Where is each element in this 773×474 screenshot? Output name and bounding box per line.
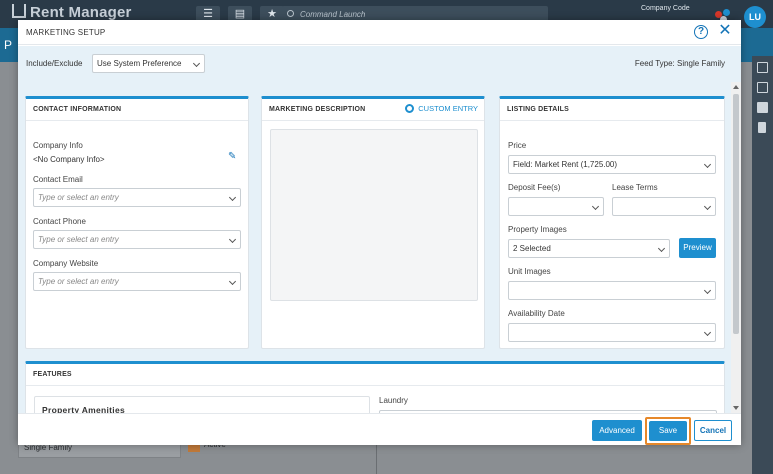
marketing-description-textarea[interactable] <box>270 129 478 301</box>
property-images-label: Property Images <box>508 225 567 234</box>
property-images-select[interactable]: 2 Selected <box>508 239 670 258</box>
company-website-select[interactable]: Type or select an entry <box>33 272 241 291</box>
chevron-down-icon <box>657 244 666 252</box>
price-select[interactable]: Field: Market Rent (1,725.00) <box>508 155 716 174</box>
app-logo-text: Rent Manager <box>30 4 132 21</box>
panel-header: LISTING DETAILS <box>500 99 724 121</box>
listing-details-panel: LISTING DETAILS Price Field: Market Rent… <box>499 96 725 349</box>
availability-date-select[interactable] <box>508 323 716 342</box>
features-panel: FEATURES Property Amenities Laundry <box>25 361 725 413</box>
chevron-down-icon <box>703 202 712 210</box>
help-icon[interactable]: ? <box>694 25 708 39</box>
listing-details-title: LISTING DETAILS <box>507 106 569 113</box>
avatar[interactable]: LU <box>744 6 766 28</box>
chevron-down-icon <box>591 202 600 210</box>
advanced-button[interactable]: Advanced <box>592 420 642 441</box>
contact-email-select[interactable]: Type or select an entry <box>33 188 241 207</box>
contact-email-label: Contact Email <box>33 175 83 184</box>
contact-information-panel: CONTACT INFORMATION Company Info <No Com… <box>25 96 249 349</box>
marketing-description-title: MARKETING DESCRIPTION <box>269 106 366 113</box>
scroll-down-icon[interactable] <box>733 406 739 410</box>
company-info-value: <No Company Info> <box>33 155 105 164</box>
chevron-down-icon <box>703 328 712 336</box>
price-label: Price <box>508 141 527 150</box>
deposit-fee-label: Deposit Fee(s) <box>508 183 561 192</box>
feed-type-label: Feed Type: Single Family <box>634 59 725 68</box>
include-exclude-select[interactable]: Use System Preference <box>92 54 205 73</box>
divider <box>376 444 377 474</box>
lease-terms-label: Lease Terms <box>612 183 658 192</box>
subbar-letter: P <box>4 38 13 52</box>
contact-phone-placeholder: Type or select an entry <box>38 235 119 244</box>
lease-terms-select[interactable] <box>612 197 716 216</box>
dialog-scrollbar[interactable] <box>731 82 741 413</box>
custom-entry-label: CUSTOM ENTRY <box>418 104 478 113</box>
chevron-down-icon <box>192 59 201 67</box>
contact-information-title: CONTACT INFORMATION <box>33 106 122 113</box>
mail-icon[interactable] <box>757 102 768 113</box>
marketing-description-panel: MARKETING DESCRIPTION CUSTOM ENTRY <box>261 96 485 349</box>
preview-button[interactable]: Preview <box>679 238 716 258</box>
include-exclude-label: Include/Exclude <box>26 59 83 68</box>
search-icon <box>287 10 294 17</box>
company-code-label: Company Code <box>641 5 690 12</box>
property-amenities-title: Property Amenities <box>42 405 126 413</box>
laundry-label: Laundry <box>379 396 408 405</box>
company-info-label: Company Info <box>33 141 83 150</box>
close-icon[interactable]: ✕ <box>717 23 733 39</box>
panel-header: FEATURES <box>26 364 724 386</box>
price-value: Field: Market Rent (1,725.00) <box>513 160 618 169</box>
chevron-down-icon <box>228 193 237 201</box>
copy-icon[interactable] <box>757 82 768 93</box>
right-rail <box>752 56 773 474</box>
property-images-value: 2 Selected <box>513 244 551 253</box>
features-title: FEATURES <box>33 371 72 378</box>
chevron-down-icon <box>703 160 712 168</box>
company-website-label: Company Website <box>33 259 99 268</box>
panel-header: MARKETING DESCRIPTION CUSTOM ENTRY <box>262 99 484 121</box>
house-icon <box>12 4 26 18</box>
gallery-icon[interactable] <box>757 62 768 73</box>
chevron-down-icon <box>228 235 237 243</box>
contact-phone-select[interactable]: Type or select an entry <box>33 230 241 249</box>
chevron-down-icon <box>228 277 237 285</box>
filter-bar: Include/Exclude Use System Preference Fe… <box>18 46 741 82</box>
gear-icon <box>405 104 415 113</box>
scroll-thumb[interactable] <box>733 94 739 334</box>
contact-email-placeholder: Type or select an entry <box>38 193 119 202</box>
app-logo[interactable]: Rent Manager <box>12 4 132 21</box>
chevron-down-icon <box>703 286 712 294</box>
custom-entry-button[interactable]: CUSTOM ENTRY <box>405 104 478 113</box>
scroll-up-icon[interactable] <box>733 85 739 89</box>
dialog-body: CONTACT INFORMATION Company Info <No Com… <box>18 82 741 413</box>
marketing-setup-dialog: MARKETING SETUP ? ✕ Include/Exclude Use … <box>18 20 741 445</box>
contact-phone-label: Contact Phone <box>33 217 86 226</box>
edit-pencil-icon[interactable]: ✎ <box>228 152 238 162</box>
deposit-fee-select[interactable] <box>508 197 604 216</box>
unit-images-select[interactable] <box>508 281 716 300</box>
trash-icon[interactable] <box>758 122 766 133</box>
save-button[interactable]: Save <box>649 421 687 441</box>
company-website-placeholder: Type or select an entry <box>38 277 119 286</box>
dialog-footer: Advanced Save Cancel <box>18 413 741 445</box>
cancel-button[interactable]: Cancel <box>694 420 732 441</box>
unit-images-label: Unit Images <box>508 267 551 276</box>
panel-header: CONTACT INFORMATION <box>26 99 248 121</box>
property-amenities-box: Property Amenities <box>34 396 370 413</box>
notification-dot-blue <box>723 9 730 16</box>
availability-date-label: Availability Date <box>508 309 565 318</box>
command-launch-placeholder: Command Launch <box>300 10 366 19</box>
dialog-title: MARKETING SETUP <box>26 28 106 37</box>
dialog-header: MARKETING SETUP ? ✕ <box>18 20 741 45</box>
include-exclude-value: Use System Preference <box>97 59 182 68</box>
